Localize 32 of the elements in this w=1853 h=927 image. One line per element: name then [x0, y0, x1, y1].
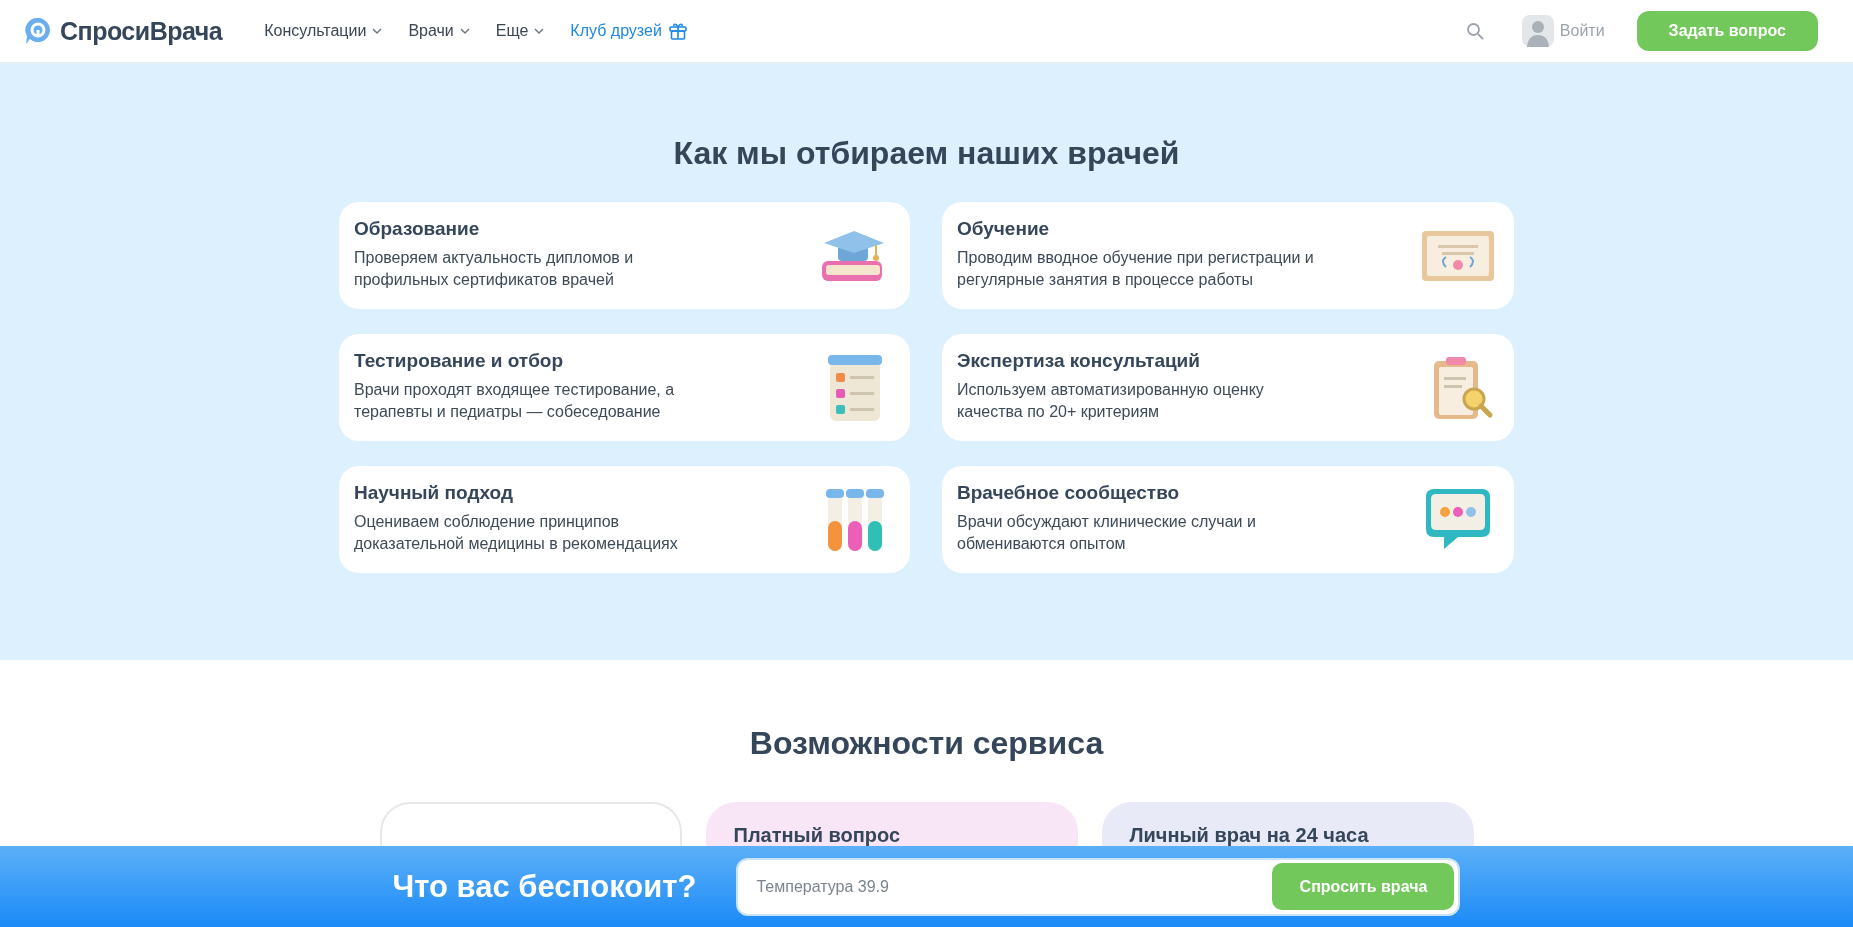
card-text: Врачи обсуждают клинические случаи и обмениваются опытом — [957, 512, 1257, 554]
chevron-down-icon — [534, 28, 545, 34]
card-text: Врачи проходят входящее тестирование, а терапевты и педиатры — собеседование — [354, 380, 676, 422]
section-title: Как мы отбираем наших врачей — [673, 135, 1180, 172]
card-text: Используем автоматизированную оценку качества по 20+ критериям — [957, 380, 1265, 422]
card-title: Экспертиза консультаций — [957, 350, 1201, 372]
nav-menu[interactable]: Консультации — [264, 22, 383, 40]
card-title: Обучение — [957, 218, 1051, 240]
nav-menu[interactable]: Врачи — [408, 22, 470, 40]
nav-link[interactable]: Клуб друзей — [570, 21, 688, 41]
section-title: Возможности сервиса — [749, 725, 1104, 762]
search-icon[interactable] — [1465, 22, 1484, 40]
logo-icon — [24, 16, 52, 46]
card-text: Проверяем актуальность дипломов и профильных сертификатов врачей — [354, 248, 635, 290]
service-title: Личный врач на 24 часа — [1129, 824, 1370, 847]
service-card[interactable]: Платный вопрос — [705, 802, 1078, 847]
card-title: Образование — [354, 218, 481, 240]
card-text: Оцениваем соблюдение принципов доказательной медицины в рекомендациях — [354, 512, 679, 554]
card-text: Проводим вводное обучение при регистрации и регулярные занятия в процессе работы — [957, 248, 1315, 290]
chevron-down-icon — [459, 28, 470, 34]
logo-text[interactable]: СпросиВрача — [60, 16, 223, 46]
service-card[interactable]: Личный врач на 24 часа — [1101, 802, 1474, 847]
nav-menu[interactable]: Еще — [495, 22, 545, 40]
card-title: Научный подход — [354, 482, 514, 504]
card-title: Врачебное сообщество — [957, 482, 1181, 504]
service-card[interactable] — [379, 802, 682, 847]
avatar-icon — [1521, 15, 1554, 47]
gift-icon — [667, 21, 688, 41]
ask-bar-title: Что вас беспокоит? — [392, 868, 697, 905]
service-title: Платный вопрос — [733, 824, 902, 847]
card-title: Тестирование и отбор — [354, 350, 565, 372]
chevron-down-icon — [372, 28, 383, 34]
